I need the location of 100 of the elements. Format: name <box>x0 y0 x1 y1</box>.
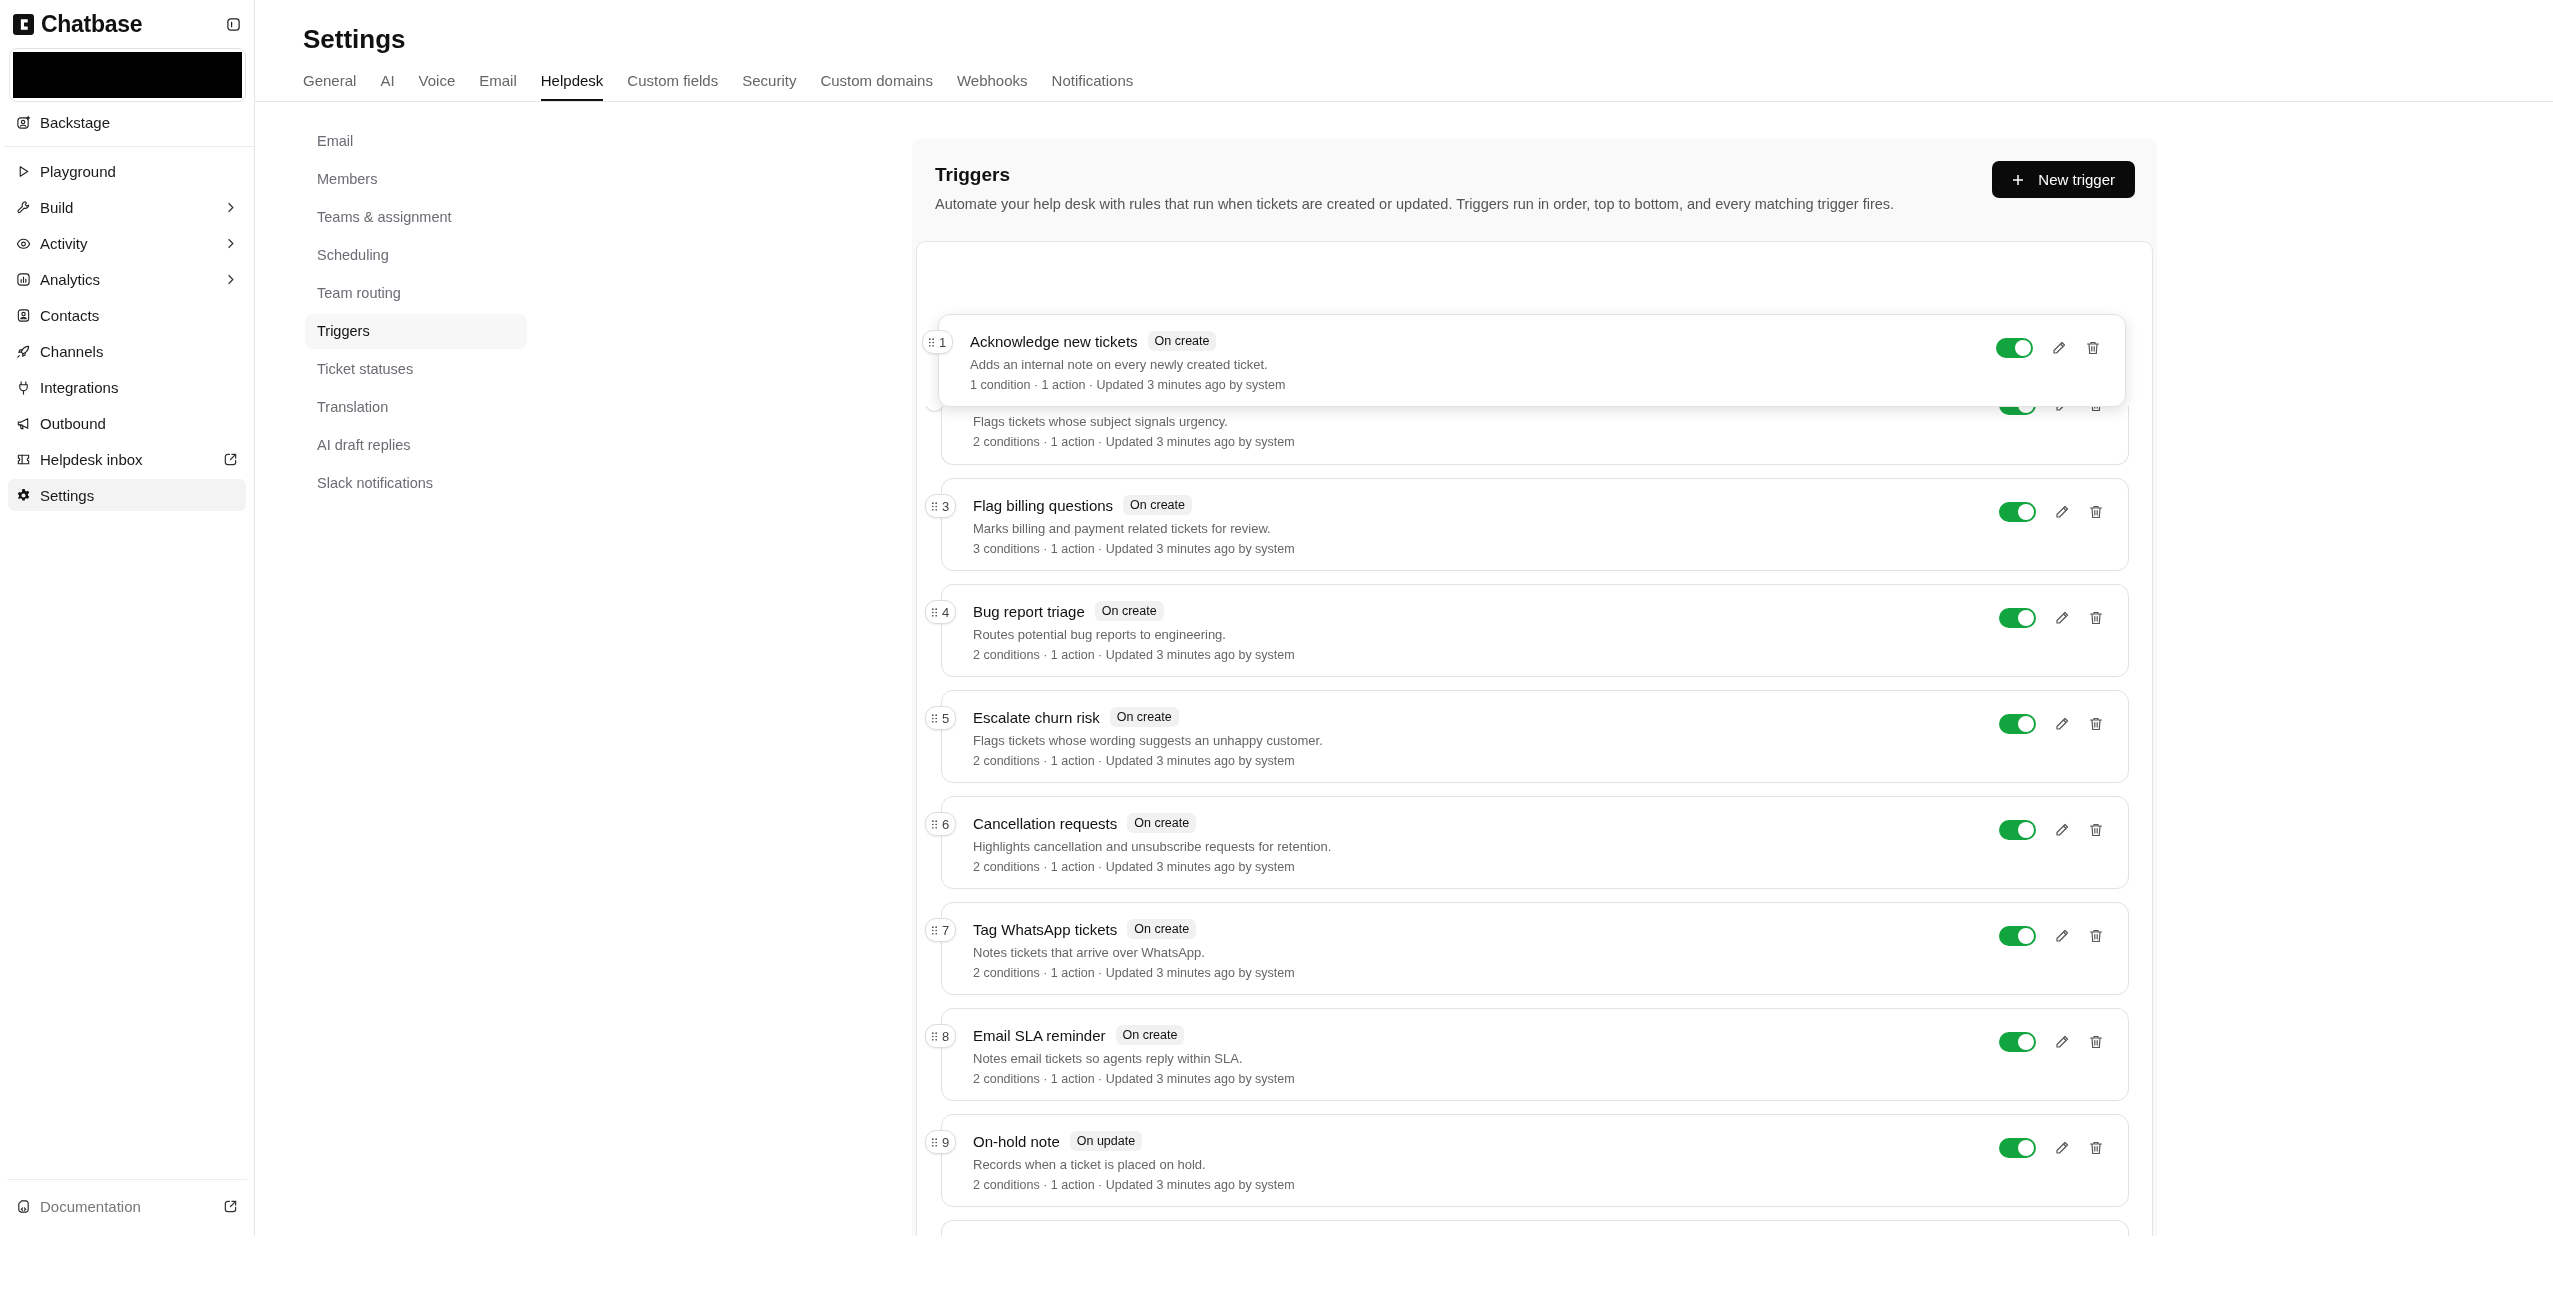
sidebar-item[interactable]: Settings <box>8 479 246 511</box>
subnav-item[interactable]: Members <box>305 162 527 197</box>
grip-icon <box>932 607 937 617</box>
trigger-description: Records when a ticket is placed on hold. <box>973 1157 1207 1172</box>
settings-tab[interactable]: Voice <box>418 72 456 101</box>
trigger-title: Bug report triage <box>973 602 1085 620</box>
sidebar-item[interactable]: Analytics <box>8 263 246 295</box>
toggle-switch[interactable] <box>1999 820 2036 840</box>
toggle-switch[interactable] <box>1999 1032 2036 1052</box>
settings-tab[interactable]: AI <box>380 72 395 101</box>
trash-icon[interactable] <box>2088 1140 2104 1156</box>
toggle-switch[interactable] <box>1999 1138 2036 1158</box>
subnav-item[interactable]: Teams & assignment <box>305 200 527 235</box>
trash-icon[interactable] <box>2088 928 2104 944</box>
bar-chart-icon <box>16 271 31 287</box>
sidebar-item[interactable]: Build <box>8 191 246 223</box>
settings-tab[interactable]: Notifications <box>1051 72 1134 101</box>
trigger-title: Email SLA reminder <box>973 1026 1106 1044</box>
trash-icon[interactable] <box>2088 610 2104 626</box>
trash-icon[interactable] <box>2088 504 2104 520</box>
page-title: Settings <box>303 24 407 55</box>
wrench-icon <box>16 199 31 215</box>
subnav-item[interactable]: Team routing <box>305 276 527 311</box>
settings-tab[interactable]: Custom domains <box>820 72 933 101</box>
event-badge: On create <box>1115 1025 1185 1045</box>
contact-card-icon <box>16 307 31 323</box>
trigger-description: Flags tickets whose subject signals urgency. <box>973 414 1229 429</box>
sidebar-item[interactable]: Helpdesk inbox <box>8 443 246 475</box>
trash-icon[interactable] <box>2088 822 2104 838</box>
event-badge: On create <box>1109 707 1179 727</box>
trash-icon[interactable] <box>2088 1034 2104 1050</box>
drag-handle[interactable]: 6 <box>925 812 957 836</box>
settings-tab[interactable]: Helpdesk <box>540 72 604 101</box>
event-badge: On create <box>1147 331 1217 351</box>
grip-icon <box>932 925 937 935</box>
trigger-title: Tag WhatsApp tickets <box>973 920 1118 938</box>
event-badge: On update <box>1069 1131 1143 1151</box>
edit-icon[interactable] <box>2054 610 2070 626</box>
trash-icon[interactable] <box>2085 340 2101 356</box>
edit-icon[interactable] <box>2054 716 2070 732</box>
subnav-item[interactable]: Ticket statuses <box>305 352 527 387</box>
subnav-item[interactable]: AI draft replies <box>305 428 527 463</box>
drag-handle[interactable]: 8 <box>925 1024 957 1048</box>
trigger-card[interactable]: Flags tickets whose subject signals urgency. 2 conditions · 1 action · Updated 3 minutes ago by system <box>941 406 2129 465</box>
gear-icon <box>16 487 31 503</box>
settings-tab[interactable]: Email <box>479 72 517 101</box>
new-trigger-button[interactable]: New trigger <box>1992 161 2135 198</box>
section-description: Automate your help desk with rules that run when tickets are created or updated. Triggers run in order, top to bottom, and every matching trigger fires. <box>935 196 1896 212</box>
subnav-item[interactable]: Scheduling <box>305 238 527 273</box>
grip-icon <box>929 337 934 347</box>
sidebar-item[interactable]: Backstage <box>8 106 246 138</box>
toggle-switch[interactable] <box>1996 338 2033 358</box>
section-title: Triggers <box>935 164 1011 186</box>
drag-handle[interactable]: 9 <box>925 1130 957 1154</box>
settings-tab[interactable]: General <box>303 72 357 101</box>
trash-icon[interactable] <box>2088 716 2104 732</box>
edit-icon[interactable] <box>2054 928 2070 944</box>
trigger-meta: 2 conditions · 1 action · Updated 3 minutes ago by system <box>973 966 1296 980</box>
settings-tab[interactable]: Security <box>742 72 797 101</box>
trigger-meta: 2 conditions · 1 action · Updated 3 minutes ago by system <box>973 1178 1296 1192</box>
sidebar-item[interactable]: Contacts <box>8 299 246 331</box>
edit-icon[interactable] <box>2054 504 2070 520</box>
toggle-switch[interactable] <box>1999 714 2036 734</box>
drag-handle[interactable]: 1 <box>922 330 954 354</box>
trigger-description: Notes email tickets so agents reply within SLA. <box>973 1051 1244 1066</box>
grip-icon <box>932 1137 937 1147</box>
trigger-meta: 3 conditions · 1 action · Updated 3 minutes ago by system <box>973 542 1296 556</box>
toggle-switch[interactable] <box>1999 502 2036 522</box>
trigger-title: Flag billing questions <box>973 496 1114 514</box>
drag-handle[interactable]: 5 <box>925 706 957 730</box>
grip-icon <box>932 1031 937 1041</box>
trigger-meta: 2 conditions · 1 action · Updated 3 minutes ago by system <box>973 754 1296 768</box>
edit-icon[interactable] <box>2054 822 2070 838</box>
edit-icon[interactable] <box>2054 1140 2070 1156</box>
sidebar-item[interactable]: Integrations <box>8 371 246 403</box>
event-badge: On create <box>1127 919 1197 939</box>
drag-handle[interactable]: 7 <box>925 918 957 942</box>
trigger-title: Escalate churn risk <box>973 708 1100 726</box>
edit-icon[interactable] <box>2051 340 2067 356</box>
documentation-link[interactable]: Documentation <box>8 1190 246 1222</box>
drag-handle[interactable]: 3 <box>925 494 957 518</box>
event-badge: On create <box>1094 601 1164 621</box>
edit-icon[interactable] <box>2054 1034 2070 1050</box>
settings-tab[interactable]: Custom fields <box>627 72 719 101</box>
sidebar-item[interactable]: Activity <box>8 227 246 259</box>
sidebar-item[interactable]: Playground <box>8 155 246 187</box>
subnav-item[interactable]: Translation <box>305 390 527 425</box>
settings-tab[interactable]: Webhooks <box>956 72 1028 101</box>
subnav-item[interactable]: Email <box>305 124 527 159</box>
trigger-description: Flags tickets whose wording suggests an unhappy customer. <box>973 733 1324 748</box>
sidebar-item[interactable]: Outbound <box>8 407 246 439</box>
subnav-item[interactable]: Slack notifications <box>305 466 527 501</box>
toggle-switch[interactable] <box>1999 926 2036 946</box>
subnav-item[interactable]: Triggers <box>305 314 527 349</box>
toggle-switch[interactable] <box>1999 608 2036 628</box>
drag-handle[interactable]: 4 <box>925 600 957 624</box>
trigger-title: Cancellation requests <box>973 814 1118 832</box>
sidebar-item[interactable]: Channels <box>8 335 246 367</box>
trigger-meta: 2 conditions · 1 action · Updated 3 minutes ago by system <box>973 860 1296 874</box>
sidebar-toggle-icon[interactable] <box>226 16 241 32</box>
